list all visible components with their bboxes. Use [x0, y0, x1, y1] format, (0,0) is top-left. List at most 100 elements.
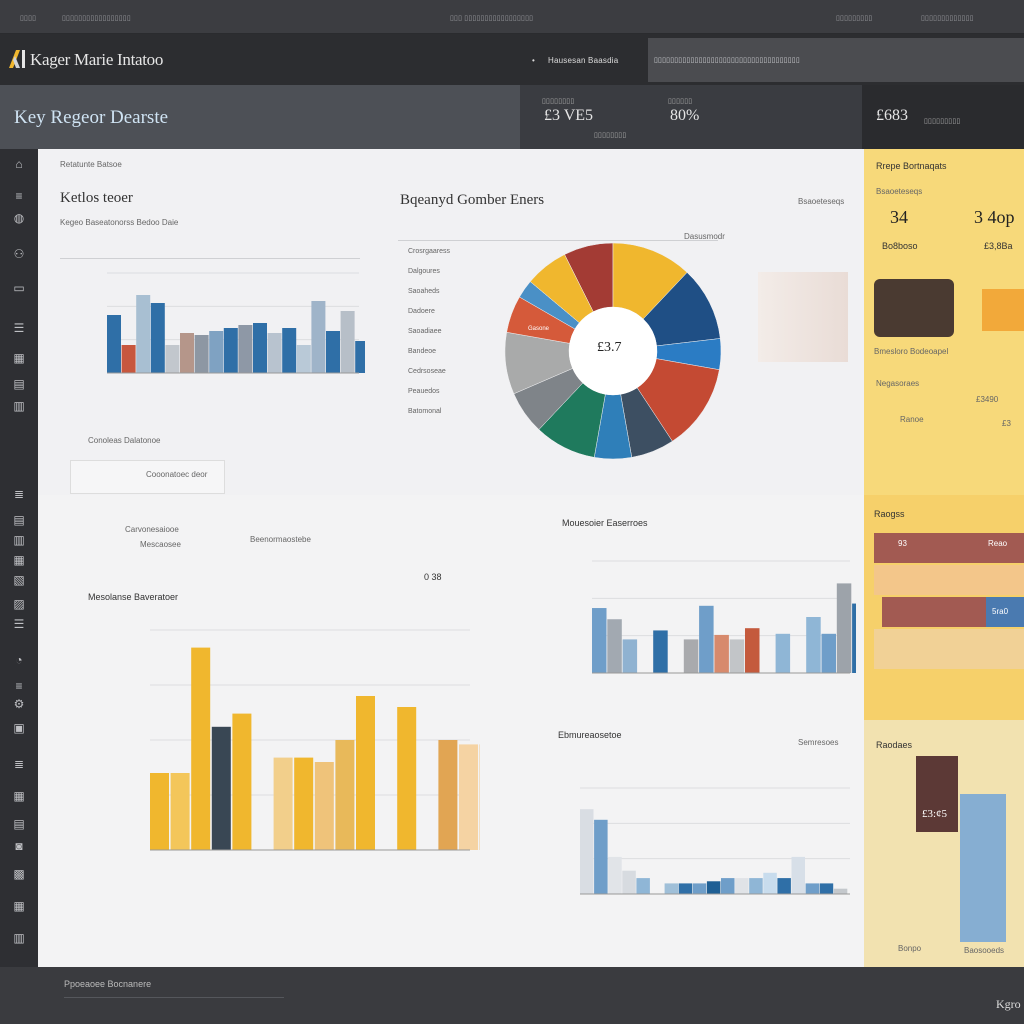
chart4-bar[interactable]	[706, 881, 721, 894]
pie-icon[interactable]: ◔	[9, 653, 29, 667]
chart2-bar[interactable]	[592, 608, 607, 673]
analytics-icon[interactable]: ▦	[9, 789, 29, 803]
chart-icon[interactable]: ⌂	[9, 157, 29, 171]
chart3-bar[interactable]	[314, 762, 334, 850]
pie-legend-item[interactable]: Crosrgaaress	[408, 248, 450, 255]
chart1-bar[interactable]	[194, 335, 209, 373]
chart4-bar[interactable]	[763, 872, 777, 894]
folder-icon[interactable]: ▧	[9, 573, 29, 587]
calendar-icon[interactable]: ▩	[9, 867, 29, 881]
chart1-bar[interactable]	[311, 301, 326, 373]
chart3-bar[interactable]	[397, 707, 417, 850]
chart4-bar[interactable]	[735, 878, 749, 894]
chart3-bar[interactable]	[170, 773, 190, 850]
chart4-bar[interactable]	[777, 878, 791, 894]
chart4-bar[interactable]	[580, 809, 594, 894]
layers-icon[interactable]: ≣	[9, 487, 29, 501]
chart4-bar[interactable]	[692, 883, 707, 894]
chart2-bar[interactable]	[714, 634, 729, 673]
menu-alt-icon[interactable]: ≣	[9, 757, 29, 771]
users-icon[interactable]: ⚇	[9, 247, 29, 261]
chart4-bar[interactable]	[805, 883, 820, 894]
table-icon[interactable]: ▤	[9, 377, 29, 391]
chart1-bar[interactable]	[136, 295, 151, 373]
chart4-bar[interactable]	[833, 888, 848, 894]
stack-icon[interactable]: ☰	[9, 321, 29, 335]
chart4-bar[interactable]	[594, 819, 608, 894]
chart1-bar[interactable]	[165, 345, 180, 373]
chart2-bar[interactable]	[821, 633, 837, 673]
chart1-bar[interactable]	[150, 303, 165, 373]
doc-icon[interactable]: ▤	[9, 513, 29, 527]
bar-icon[interactable]: ▭	[9, 281, 29, 295]
chart2-bar[interactable]	[653, 630, 668, 673]
list-alt-icon[interactable]: ≡	[9, 679, 29, 693]
chart3-bar[interactable]	[294, 757, 314, 850]
chart3-bar[interactable]	[335, 740, 355, 850]
chart1-bar[interactable]	[267, 333, 282, 373]
settings-icon[interactable]: ⚙	[9, 697, 29, 711]
chart2-bar[interactable]	[699, 605, 714, 673]
list-icon[interactable]: ≡	[9, 189, 29, 203]
topbar-right-text-2[interactable]: ▯▯▯▯▯▯▯▯▯▯▯▯▯	[921, 14, 974, 22]
chart1-bar[interactable]	[326, 331, 340, 373]
pie-legend-item[interactable]: Dalgoures	[408, 268, 440, 275]
chart2-bar[interactable]	[775, 633, 791, 673]
menu-icon[interactable]: ☰	[9, 617, 29, 631]
print-icon[interactable]: ▥	[9, 931, 29, 945]
chart4-bar[interactable]	[791, 856, 806, 894]
chart4-bar[interactable]	[608, 856, 622, 894]
chart2-bar[interactable]	[745, 628, 760, 673]
chart1-bar[interactable]	[253, 323, 267, 373]
chart3-bar[interactable]	[150, 773, 169, 850]
chart1-bar[interactable]	[121, 345, 136, 373]
chart1-bar[interactable]	[209, 331, 224, 373]
pie-legend-item[interactable]: Saoaheds	[408, 288, 440, 295]
camera-icon[interactable]: ◙	[9, 839, 29, 853]
chart4-bar[interactable]	[721, 878, 735, 894]
chart3-bar[interactable]	[459, 744, 478, 850]
image-icon[interactable]: ▣	[9, 721, 29, 735]
chart1-bar[interactable]	[355, 341, 365, 373]
pie-legend-item[interactable]: Peauedos	[408, 388, 440, 395]
grid-icon[interactable]: ▦	[9, 351, 29, 365]
chart2-bar[interactable]	[729, 639, 745, 673]
chart2-bar[interactable]	[683, 639, 699, 673]
chart4-bar[interactable]	[622, 870, 636, 894]
pie-legend-item[interactable]: Saoadiaee	[408, 328, 441, 335]
chart4-bar[interactable]	[664, 883, 679, 894]
table-alt-icon[interactable]: ▤	[9, 817, 29, 831]
file-icon[interactable]: ▥	[9, 399, 29, 413]
chart2-bar[interactable]	[852, 603, 856, 673]
chart1-bar[interactable]	[107, 315, 121, 373]
pie-legend-item[interactable]: Bandeoe	[408, 348, 436, 355]
stats-icon[interactable]: ▨	[9, 597, 29, 611]
chart4-bar[interactable]	[819, 883, 834, 894]
topbar-right-text[interactable]: ▯▯▯▯▯▯▯▯▯	[836, 14, 872, 22]
chart2-bar[interactable]	[836, 583, 852, 673]
chart4-bar[interactable]	[636, 878, 650, 894]
chart1-bar[interactable]	[223, 328, 238, 373]
pie-legend-item[interactable]: Batomonal	[408, 408, 441, 415]
box-icon[interactable]: ▦	[9, 553, 29, 567]
report-icon[interactable]: ▥	[9, 533, 29, 547]
app-center-label[interactable]: Hausesan Baasdia	[548, 56, 618, 65]
chart1-bar[interactable]	[180, 333, 194, 373]
chart1-bar[interactable]	[340, 311, 355, 373]
chart3-bar[interactable]	[438, 740, 458, 850]
chart2-bar[interactable]	[607, 619, 622, 673]
chart3-bar[interactable]	[191, 647, 211, 850]
chart3-bar[interactable]	[211, 726, 231, 850]
chart1-bar[interactable]	[296, 345, 311, 373]
archive-icon[interactable]: ▦	[9, 899, 29, 913]
chart1-bar[interactable]	[282, 328, 297, 373]
chart2-bar[interactable]	[806, 617, 821, 673]
chart3-bar[interactable]	[356, 696, 375, 850]
pie-legend-item[interactable]: Cedrsoseae	[408, 368, 446, 375]
chart4-bar[interactable]	[749, 878, 763, 894]
chart4-bar[interactable]	[678, 883, 693, 894]
chart1-bar[interactable]	[238, 325, 253, 373]
pie-legend-item[interactable]: Dadoere	[408, 308, 435, 315]
chart3-bar[interactable]	[232, 713, 252, 850]
chart3-bar[interactable]	[273, 757, 293, 850]
